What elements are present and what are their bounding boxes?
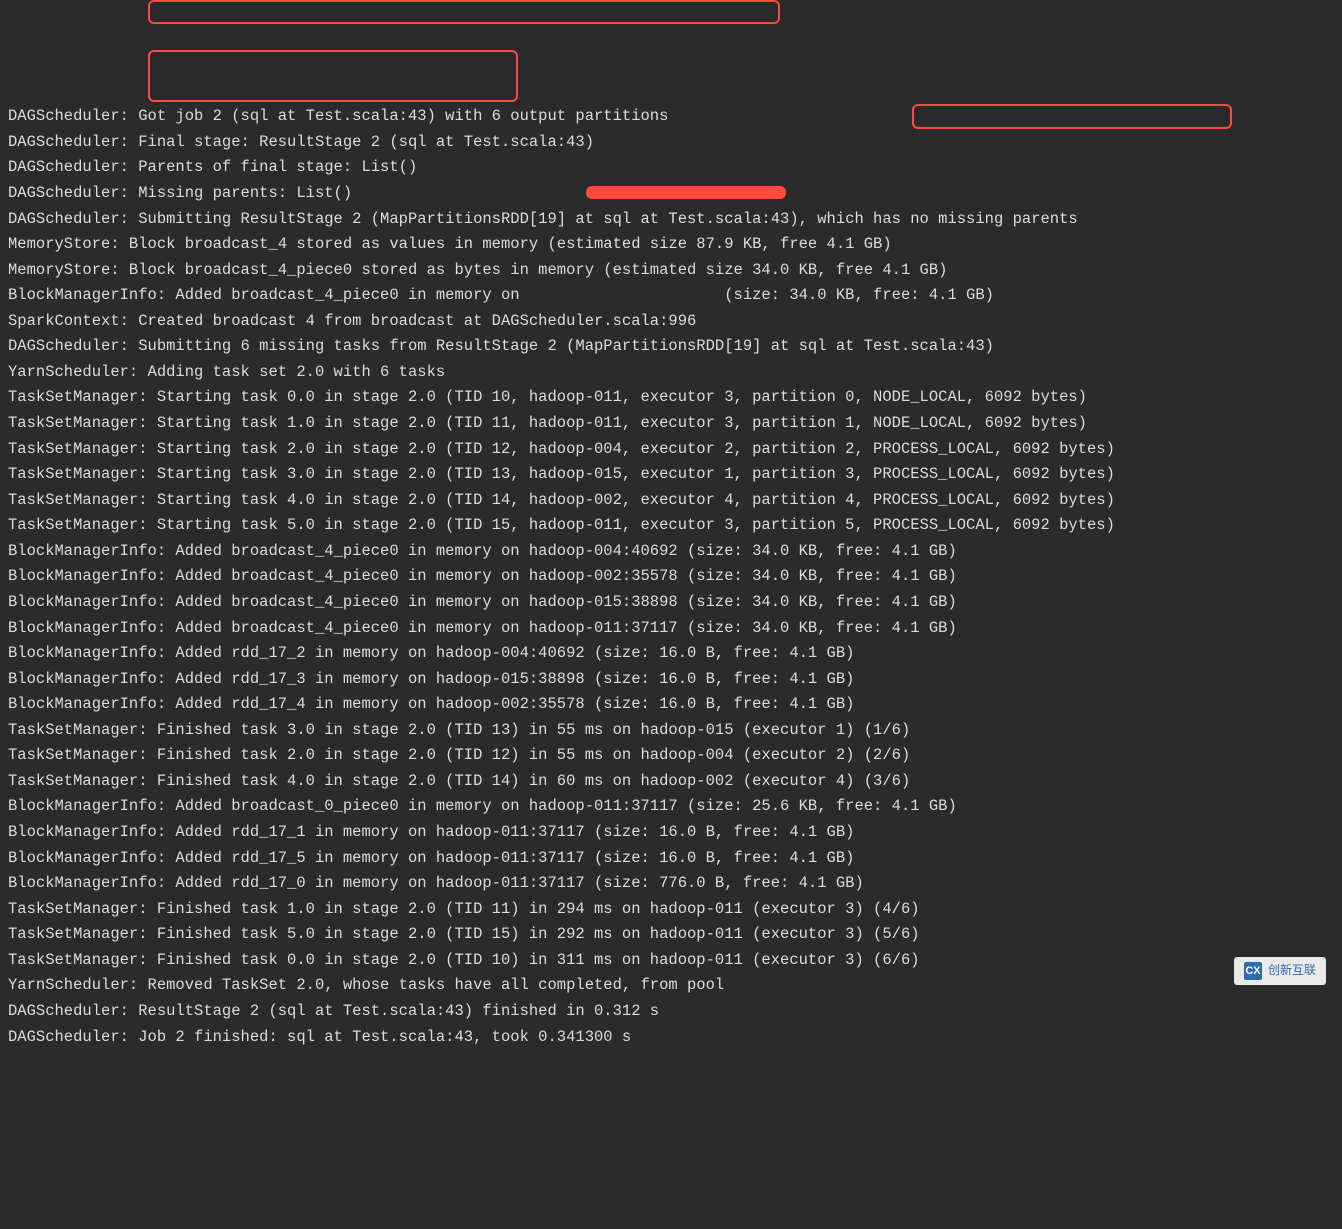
log-line: TaskSetManager: Finished task 5.0 in sta… (8, 922, 1334, 948)
log-line: DAGScheduler: Submitting 6 missing tasks… (8, 334, 1334, 360)
log-line: YarnScheduler: Removed TaskSet 2.0, whos… (8, 973, 1334, 999)
log-line: BlockManagerInfo: Added broadcast_4_piec… (8, 283, 1334, 309)
log-line: TaskSetManager: Starting task 5.0 in sta… (8, 513, 1334, 539)
log-line: BlockManagerInfo: Added broadcast_4_piec… (8, 616, 1334, 642)
log-line: MemoryStore: Block broadcast_4 stored as… (8, 232, 1334, 258)
highlight-box (148, 50, 518, 102)
log-line: YarnScheduler: Adding task set 2.0 with … (8, 360, 1334, 386)
log-line: TaskSetManager: Finished task 3.0 in sta… (8, 718, 1334, 744)
log-line: BlockManagerInfo: Added broadcast_4_piec… (8, 590, 1334, 616)
log-line: SparkContext: Created broadcast 4 from b… (8, 309, 1334, 335)
log-line: DAGScheduler: Submitting ResultStage 2 (… (8, 207, 1334, 233)
log-line: TaskSetManager: Starting task 2.0 in sta… (8, 437, 1334, 463)
log-line: TaskSetManager: Starting task 1.0 in sta… (8, 411, 1334, 437)
log-line: BlockManagerInfo: Added rdd_17_5 in memo… (8, 846, 1334, 872)
log-line: DAGScheduler: Got job 2 (sql at Test.sca… (8, 104, 1334, 130)
log-line: TaskSetManager: Finished task 1.0 in sta… (8, 897, 1334, 923)
log-line: DAGScheduler: Parents of final stage: Li… (8, 155, 1334, 181)
log-line: DAGScheduler: Job 2 finished: sql at Tes… (8, 1025, 1334, 1051)
log-line: TaskSetManager: Starting task 4.0 in sta… (8, 488, 1334, 514)
console-log: DAGScheduler: Got job 2 (sql at Test.sca… (8, 104, 1334, 1050)
watermark-logo-icon: CX (1244, 962, 1262, 980)
log-line: BlockManagerInfo: Added broadcast_0_piec… (8, 794, 1334, 820)
log-line: DAGScheduler: Missing parents: List() (8, 181, 1334, 207)
log-line: TaskSetManager: Finished task 0.0 in sta… (8, 948, 1334, 974)
log-line: BlockManagerInfo: Added rdd_17_0 in memo… (8, 871, 1334, 897)
highlight-box (148, 0, 780, 24)
log-line: BlockManagerInfo: Added rdd_17_1 in memo… (8, 820, 1334, 846)
log-line: DAGScheduler: Final stage: ResultStage 2… (8, 130, 1334, 156)
log-line: BlockManagerInfo: Added broadcast_4_piec… (8, 539, 1334, 565)
log-line: BlockManagerInfo: Added rdd_17_2 in memo… (8, 641, 1334, 667)
log-line: TaskSetManager: Starting task 0.0 in sta… (8, 385, 1334, 411)
log-line: BlockManagerInfo: Added rdd_17_3 in memo… (8, 667, 1334, 693)
watermark-badge: CX 创新互联 (1234, 957, 1326, 985)
log-line: BlockManagerInfo: Added rdd_17_4 in memo… (8, 692, 1334, 718)
watermark-text: 创新互联 (1268, 961, 1316, 981)
log-line: TaskSetManager: Starting task 3.0 in sta… (8, 462, 1334, 488)
log-line: TaskSetManager: Finished task 4.0 in sta… (8, 769, 1334, 795)
log-line: BlockManagerInfo: Added broadcast_4_piec… (8, 564, 1334, 590)
log-line: MemoryStore: Block broadcast_4_piece0 st… (8, 258, 1334, 284)
log-line: TaskSetManager: Finished task 2.0 in sta… (8, 743, 1334, 769)
log-line: DAGScheduler: ResultStage 2 (sql at Test… (8, 999, 1334, 1025)
